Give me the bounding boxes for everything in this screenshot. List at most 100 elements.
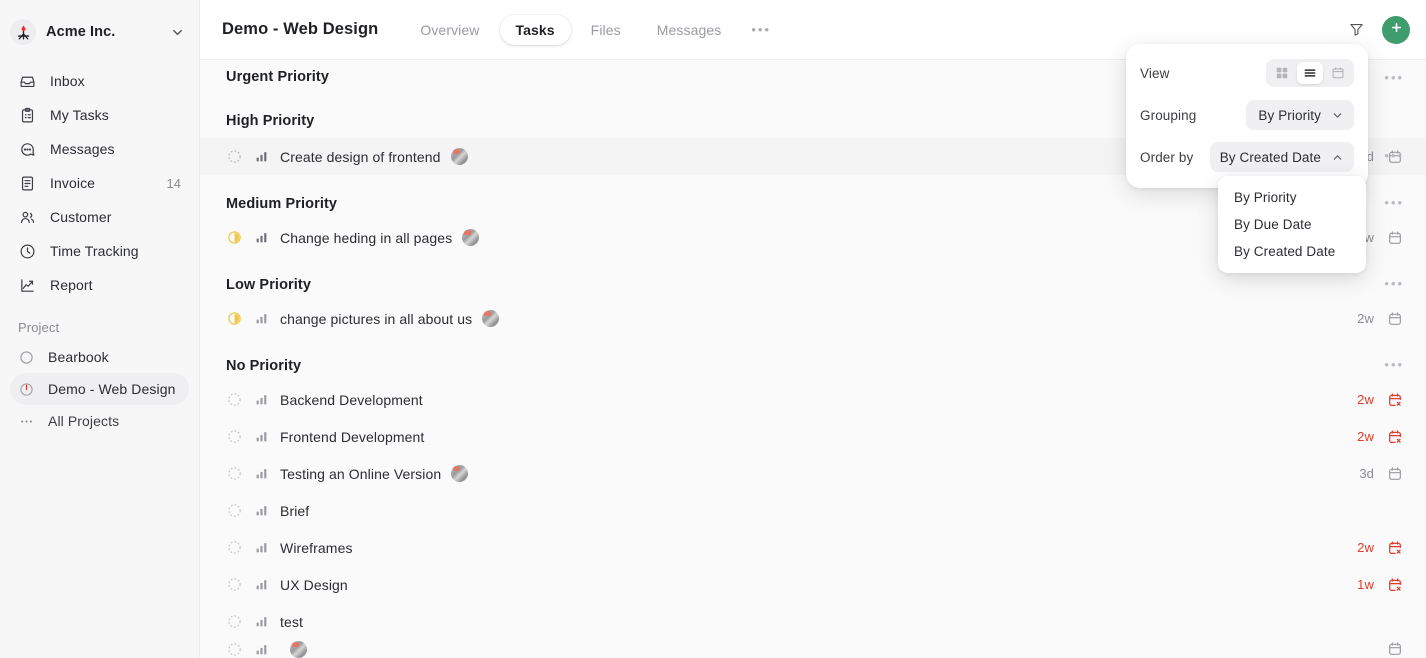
circle-dashed-icon[interactable] <box>226 614 242 630</box>
project-section-label: Project <box>18 320 60 335</box>
tab-messages[interactable]: Messages <box>641 15 738 45</box>
circle-dashed-icon[interactable] <box>226 577 242 593</box>
menu-item-by-priority[interactable]: By Priority <box>1218 184 1366 211</box>
grouping-row: Grouping By Priority <box>1140 98 1354 132</box>
sidebar-project-all-projects[interactable]: All Projects <box>10 405 189 437</box>
filter-icon[interactable] <box>1344 18 1368 42</box>
sidebar-project-bearbook[interactable]: Bearbook <box>10 341 189 373</box>
grouping-select[interactable]: By Priority <box>1246 100 1354 130</box>
calendar-view-icon[interactable] <box>1325 62 1351 84</box>
sidebar-item-invoice[interactable]: Invoice 14 <box>10 166 189 200</box>
sidebar-item-messages[interactable]: Messages <box>10 132 189 166</box>
task-row[interactable]: UX Design 1w <box>200 566 1426 603</box>
circle-dashed-icon[interactable] <box>226 641 242 657</box>
circle-dashed-icon[interactable] <box>226 503 242 519</box>
avatar <box>290 640 307 658</box>
group-menu-no-priority[interactable]: ••• <box>1384 357 1404 372</box>
calendar-overdue-icon[interactable] <box>1386 428 1404 446</box>
group-menu-high[interactable]: ••• <box>1384 148 1404 163</box>
sidebar-item-customer[interactable]: Customer <box>10 200 189 234</box>
task-row[interactable]: change pictures in all about us 2w <box>200 300 1426 337</box>
chat-bubble-icon <box>18 140 36 158</box>
chevron-down-icon[interactable] <box>170 25 185 40</box>
task-due-date: 2w <box>1357 392 1374 407</box>
task-due-date: 2w <box>1357 311 1374 326</box>
calendar-overdue-icon[interactable] <box>1386 391 1404 409</box>
task-due-date: 2w <box>1357 429 1374 444</box>
tab-files[interactable]: Files <box>575 15 637 45</box>
ellipsis-icon <box>18 413 34 429</box>
grouping-label: Grouping <box>1140 107 1197 123</box>
order-by-dropdown-menu: By Priority By Due Date By Created Date <box>1218 176 1366 273</box>
circle-progress-icon <box>18 381 34 397</box>
sidebar-project-demo-web-design[interactable]: Demo - Web Design <box>10 373 189 405</box>
task-name: Create design of frontend <box>280 148 441 165</box>
avatar <box>462 229 480 246</box>
clock-icon <box>18 242 36 260</box>
task-row[interactable]: Backend Development 2w <box>200 381 1426 418</box>
menu-item-by-created-date[interactable]: By Created Date <box>1218 238 1366 265</box>
sidebar-item-label: Invoice <box>50 175 96 191</box>
inbox-icon <box>18 72 36 90</box>
task-row[interactable] <box>200 640 1426 658</box>
task-row[interactable]: Testing an Online Version 3d <box>200 455 1426 492</box>
grid-view-icon[interactable] <box>1269 62 1295 84</box>
org-switcher[interactable]: Acme Inc. <box>0 0 199 64</box>
bars-icon <box>254 231 268 245</box>
task-name: Brief <box>280 502 310 519</box>
sidebar-item-report[interactable]: Report <box>10 268 189 302</box>
primary-nav: Inbox My Tasks Messages Invoice 14 Custo… <box>0 64 199 302</box>
task-name: UX Design <box>280 576 348 593</box>
task-row[interactable]: Frontend Development 2w <box>200 418 1426 455</box>
circle-dashed-icon[interactable] <box>226 392 242 408</box>
circle-half-icon[interactable] <box>226 311 242 327</box>
circle-half-icon[interactable] <box>226 230 242 246</box>
task-row[interactable]: Brief <box>200 492 1426 529</box>
sidebar-item-badge: 14 <box>166 175 181 191</box>
view-label: View <box>1140 65 1170 81</box>
tab-tasks[interactable]: Tasks <box>499 14 571 45</box>
calendar-overdue-icon[interactable] <box>1386 539 1404 557</box>
calendar-icon[interactable] <box>1386 640 1404 658</box>
tab-more-button[interactable]: ••• <box>741 15 781 44</box>
sidebar-item-time-tracking[interactable]: Time Tracking <box>10 234 189 268</box>
acme-logo-icon <box>10 19 36 45</box>
order-by-select[interactable]: By Created Date <box>1209 142 1354 172</box>
plus-icon <box>1389 20 1404 40</box>
calendar-icon[interactable] <box>1386 229 1404 247</box>
bars-icon <box>254 430 268 444</box>
task-name: change pictures in all about us <box>280 310 473 327</box>
circle-dashed-icon[interactable] <box>226 466 242 482</box>
task-name: Change heding in all pages <box>280 229 453 246</box>
sidebar-project-label: Demo - Web Design <box>48 381 176 397</box>
sidebar-item-label: Messages <box>50 141 115 157</box>
sidebar-project-label: Bearbook <box>48 349 109 365</box>
task-row[interactable]: test <box>200 603 1426 640</box>
avatar <box>482 310 500 327</box>
circle-dashed-icon[interactable] <box>226 540 242 556</box>
circle-dashed-icon[interactable] <box>226 149 242 165</box>
bars-icon <box>254 312 268 326</box>
sidebar-item-inbox[interactable]: Inbox <box>10 64 189 98</box>
tab-overview[interactable]: Overview <box>404 15 495 45</box>
sidebar-item-my-tasks[interactable]: My Tasks <box>10 98 189 132</box>
chevron-down-icon <box>1331 109 1344 122</box>
circle-dashed-icon[interactable] <box>226 429 242 445</box>
group-menu-low[interactable]: ••• <box>1384 276 1404 291</box>
avatar <box>450 148 468 165</box>
calendar-icon[interactable] <box>1386 465 1404 483</box>
calendar-overdue-icon[interactable] <box>1386 576 1404 594</box>
calendar-icon[interactable] <box>1386 310 1404 328</box>
group-menu-urgent[interactable]: ••• <box>1384 70 1404 85</box>
sidebar-item-label: My Tasks <box>50 107 109 123</box>
chart-line-icon <box>18 276 36 294</box>
bars-icon <box>254 467 268 481</box>
sidebar: Acme Inc. Inbox My Tasks Messages Invoic… <box>0 0 200 658</box>
list-view-icon[interactable] <box>1297 62 1323 84</box>
task-name: Backend Development <box>280 391 423 408</box>
add-task-button[interactable] <box>1382 15 1410 44</box>
task-row[interactable]: Wireframes 2w <box>200 529 1426 566</box>
page-title: Demo - Web Design <box>222 20 379 38</box>
menu-item-by-due-date[interactable]: By Due Date <box>1218 211 1366 238</box>
group-menu-medium[interactable]: ••• <box>1384 195 1404 210</box>
